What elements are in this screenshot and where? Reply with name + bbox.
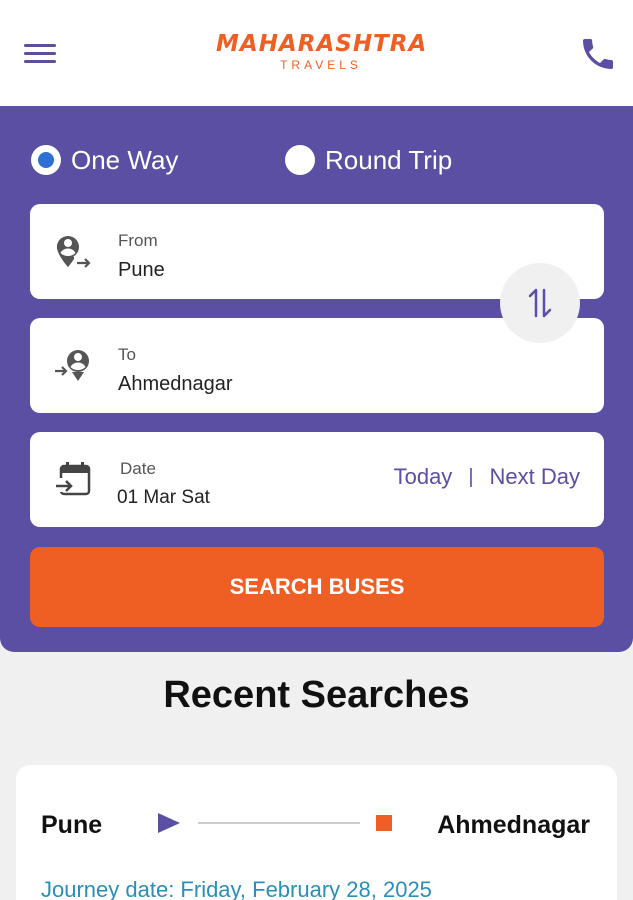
phone-icon[interactable] <box>578 34 618 74</box>
recent-to-city: Ahmednagar <box>437 811 590 839</box>
date-value: 01 Mar Sat <box>117 487 210 508</box>
logo-sub-text: TRAVELS <box>280 58 362 72</box>
calendar-icon <box>56 462 91 496</box>
to-value: Ahmednagar <box>118 373 233 395</box>
date-field[interactable]: Date 01 Mar Sat Today | Next Day <box>30 432 604 527</box>
date-label: Date <box>120 459 156 478</box>
swap-arrows-icon <box>528 288 552 318</box>
next-day-link[interactable]: Next Day <box>490 464 580 490</box>
to-label: To <box>118 345 136 364</box>
today-link[interactable]: Today <box>394 464 453 490</box>
brand-logo: MAHARASHTRA TRAVELS <box>216 30 426 72</box>
radio-unselected-icon <box>285 145 315 175</box>
search-buses-button[interactable]: SEARCH BUSES <box>30 547 604 627</box>
one-way-radio[interactable]: One Way <box>31 142 178 178</box>
search-panel: One Way Round Trip From Pune To Ahmednag… <box>0 106 633 652</box>
date-separator: | <box>468 465 474 488</box>
quick-date-links: Today | Next Day <box>394 464 580 490</box>
radio-selected-icon <box>31 145 61 175</box>
swap-cities-button[interactable] <box>500 263 580 343</box>
recent-journey-date: Journey date: Friday, February 28, 2025 <box>41 877 432 900</box>
hamburger-menu-icon[interactable] <box>22 40 58 68</box>
round-trip-radio[interactable]: Round Trip <box>285 142 452 178</box>
location-arrive-icon <box>55 350 89 381</box>
from-value: Pune <box>118 259 165 281</box>
recent-search-item[interactable]: Pune Ahmednagar Journey date: Friday, Fe… <box>16 765 617 900</box>
from-label: From <box>118 231 158 250</box>
one-way-label: One Way <box>71 144 179 175</box>
round-trip-label: Round Trip <box>325 144 453 175</box>
app-header: MAHARASHTRA TRAVELS <box>0 0 633 106</box>
route-line-icon <box>158 813 392 833</box>
recent-searches-title: Recent Searches <box>163 674 470 716</box>
recent-from-city: Pune <box>41 811 103 839</box>
logo-main-text: MAHARASHTRA <box>216 31 428 57</box>
location-depart-icon <box>57 236 91 268</box>
